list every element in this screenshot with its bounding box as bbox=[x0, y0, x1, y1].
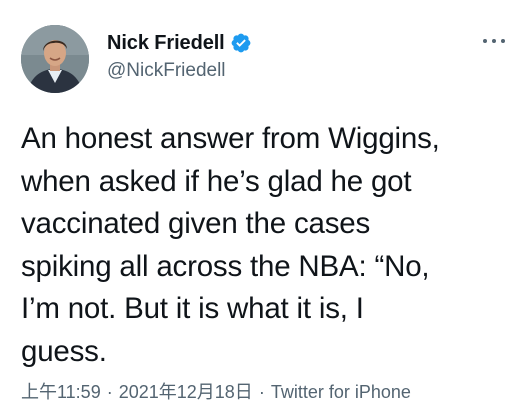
meta-separator: · bbox=[258, 382, 265, 402]
verified-badge-icon bbox=[230, 32, 252, 54]
author-block: Nick Friedell @NickFriedell bbox=[107, 29, 252, 82]
more-dot bbox=[492, 39, 496, 43]
author-name-row: Nick Friedell bbox=[107, 29, 252, 57]
author-handle[interactable]: @NickFriedell bbox=[107, 60, 252, 82]
tweet-card: Nick Friedell @NickFriedell An honest an… bbox=[0, 0, 527, 410]
more-horizontal-icon[interactable] bbox=[483, 34, 505, 48]
profile-photo bbox=[21, 25, 89, 93]
tweet-metadata: 上午11:59 · 2021年12月18日 · Twitter for iPhone bbox=[21, 378, 411, 404]
tweet-source[interactable]: Twitter for iPhone bbox=[271, 382, 411, 402]
tweet-time[interactable]: 上午11:59 bbox=[21, 382, 101, 402]
tweet-text: An honest answer from Wiggins, when aske… bbox=[21, 122, 440, 368]
meta-separator: · bbox=[106, 382, 113, 402]
more-dot bbox=[501, 39, 505, 43]
more-dot bbox=[483, 39, 487, 43]
author-display-name[interactable]: Nick Friedell bbox=[107, 32, 225, 55]
author-avatar[interactable] bbox=[21, 25, 89, 93]
tweet-date[interactable]: 2021年12月18日 bbox=[119, 382, 253, 402]
